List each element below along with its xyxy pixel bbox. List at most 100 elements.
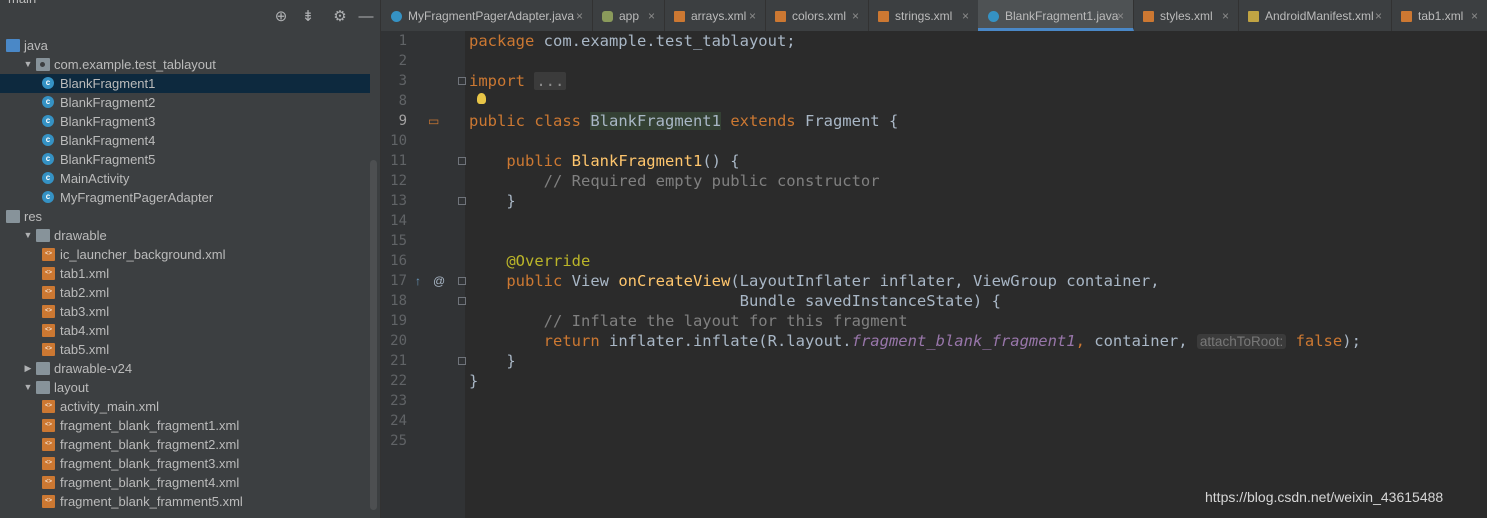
tree-item[interactable]: c MainActivity: [0, 169, 370, 188]
intention-bulb-icon[interactable]: [477, 93, 486, 104]
code-line[interactable]: return inflater.inflate(R.layout.fragmen…: [469, 331, 1361, 351]
tree-item[interactable]: <> fragment_blank_fragment1.xml: [0, 416, 370, 435]
tree-item[interactable]: <> fragment_blank_framment5.xml: [0, 492, 370, 511]
code-line[interactable]: }: [469, 371, 478, 391]
collapsed-arrow-icon[interactable]: ▶: [22, 359, 34, 378]
close-tab-icon[interactable]: ×: [1222, 0, 1229, 31]
code-line[interactable]: public class BlankFragment1 extends Frag…: [469, 111, 898, 131]
class-icon: c: [42, 191, 54, 203]
tree-item[interactable]: <> fragment_blank_fragment2.xml: [0, 435, 370, 454]
line-number: 10: [390, 133, 407, 149]
editor-tab[interactable]: styles.xml ×: [1133, 0, 1239, 31]
code-line[interactable]: Bundle savedInstanceState) {: [469, 291, 1001, 311]
code-line[interactable]: public BlankFragment1() {: [469, 151, 739, 171]
fold-marker-icon[interactable]: [458, 77, 466, 85]
tree-item[interactable]: c BlankFragment4: [0, 131, 370, 150]
editor-tab[interactable]: arrays.xml ×: [664, 0, 766, 31]
line-number: 15: [390, 233, 407, 249]
tree-item[interactable]: ▼ drawable: [0, 226, 370, 245]
code-token: (LayoutInflater inflater, ViewGroup cont…: [730, 272, 1160, 290]
override-marker-icon[interactable]: ↑: [415, 271, 421, 291]
code-editor[interactable]: ▭ ↑ @ 1 2 3 8 9 10 11 12 13 14 15 16 17 18 19 20 21 22 23 2…: [381, 31, 1487, 518]
code-token: extends: [720, 112, 805, 130]
code-token: return: [543, 332, 609, 350]
tree-item[interactable]: c BlankFragment3: [0, 112, 370, 131]
tree-item[interactable]: res: [0, 207, 370, 226]
tree-item[interactable]: <> fragment_blank_fragment4.xml: [0, 473, 370, 492]
close-tab-icon[interactable]: ×: [1117, 0, 1124, 31]
close-tab-icon[interactable]: ×: [852, 0, 859, 31]
collapse-all-icon[interactable]: ⇟: [299, 8, 317, 26]
close-tab-icon[interactable]: ×: [1375, 0, 1382, 31]
tree-item[interactable]: <> tab2.xml: [0, 283, 370, 302]
code-line[interactable]: // Required empty public constructor: [469, 171, 880, 191]
tree-item[interactable]: c BlankFragment5: [0, 150, 370, 169]
tree-item[interactable]: c BlankFragment2: [0, 93, 370, 112]
expanded-arrow-icon[interactable]: ▼: [22, 226, 34, 245]
tree-item[interactable]: c MyFragmentPagerAdapter: [0, 188, 370, 207]
hide-panel-icon[interactable]: —: [357, 8, 375, 26]
tree-item-partial[interactable]: ...: [22, 510, 33, 518]
tree-item-label: java: [24, 38, 48, 53]
tree-item-label: layout: [54, 380, 89, 395]
editor-tab[interactable]: tab1.xml ×: [1391, 0, 1487, 31]
editor-tab[interactable]: MyFragmentPagerAdapter.java ×: [381, 0, 593, 31]
close-tab-icon[interactable]: ×: [749, 0, 756, 31]
tree-item[interactable]: <> ic_launcher_background.xml: [0, 245, 370, 264]
line-number: 22: [390, 373, 407, 389]
locate-file-icon[interactable]: ⊕: [272, 8, 290, 26]
fold-marker-icon[interactable]: [458, 157, 466, 165]
code-line[interactable]: public View onCreateView(LayoutInflater …: [469, 271, 1160, 291]
fold-marker-icon[interactable]: [458, 357, 466, 365]
tree-item[interactable]: <> tab3.xml: [0, 302, 370, 321]
sidebar-scrollbar[interactable]: [370, 160, 377, 510]
tree-item[interactable]: <> tab4.xml: [0, 321, 370, 340]
tree-item[interactable]: c BlankFragment1: [0, 74, 370, 93]
xml-layout-marker-icon[interactable]: ▭: [428, 111, 439, 131]
tree-item-label: BlankFragment4: [60, 133, 156, 148]
line-number: 16: [390, 253, 407, 269]
class-icon: c: [42, 96, 54, 108]
tree-item-label: MainActivity: [60, 171, 130, 186]
settings-gear-icon[interactable]: ⚙: [331, 8, 349, 26]
tree-item[interactable]: ▼ com.example.test_tablayout: [0, 55, 370, 74]
tree-item[interactable]: java: [0, 36, 370, 55]
code-line[interactable]: import ...: [469, 71, 567, 91]
code-line[interactable]: @Override: [469, 251, 590, 271]
tree-item-label: fragment_blank_fragment2.xml: [60, 437, 240, 452]
editor-tab[interactable]: colors.xml ×: [765, 0, 869, 31]
editor-tab[interactable]: BlankFragment1.java ×: [978, 0, 1134, 31]
editor-tab[interactable]: app ×: [592, 0, 665, 31]
tree-item[interactable]: <> tab5.xml: [0, 340, 370, 359]
close-tab-icon[interactable]: ×: [1471, 0, 1478, 31]
code-token: BlankFragment1: [571, 152, 703, 170]
editor-tab[interactable]: strings.xml ×: [868, 0, 979, 31]
code-line[interactable]: package com.example.test_tablayout;: [469, 31, 796, 51]
editor-tab[interactable]: AndroidManifest.xml ×: [1238, 0, 1392, 31]
code-line[interactable]: }: [469, 191, 515, 211]
tab-label: styles.xml: [1160, 9, 1213, 23]
tree-item[interactable]: <> activity_main.xml: [0, 397, 370, 416]
tree-item[interactable]: <> fragment_blank_fragment3.xml: [0, 454, 370, 473]
close-tab-icon[interactable]: ×: [576, 0, 583, 31]
close-tab-icon[interactable]: ×: [962, 0, 969, 31]
fold-marker-icon[interactable]: [458, 297, 466, 305]
code-token: Fragment {: [804, 112, 899, 130]
expanded-arrow-icon[interactable]: ▼: [22, 378, 34, 397]
tree-item[interactable]: ▶ drawable-v24: [0, 359, 370, 378]
line-number: 3: [398, 73, 407, 89]
class-icon: c: [42, 134, 54, 146]
expanded-arrow-icon[interactable]: ▼: [22, 55, 34, 74]
tree-item-label: BlankFragment2: [60, 95, 156, 110]
fold-marker-icon[interactable]: [458, 277, 466, 285]
code-line[interactable]: // Inflate the layout for this fragment: [469, 311, 908, 331]
close-tab-icon[interactable]: ×: [648, 0, 655, 31]
code-line[interactable]: }: [469, 351, 515, 371]
tree-item-label: fragment_blank_framment5.xml: [60, 494, 243, 509]
tree-item[interactable]: <> tab1.xml: [0, 264, 370, 283]
tree-item[interactable]: ▼ layout: [0, 378, 370, 397]
fold-marker-icon[interactable]: [458, 197, 466, 205]
annotation-marker-icon[interactable]: @: [433, 271, 445, 291]
